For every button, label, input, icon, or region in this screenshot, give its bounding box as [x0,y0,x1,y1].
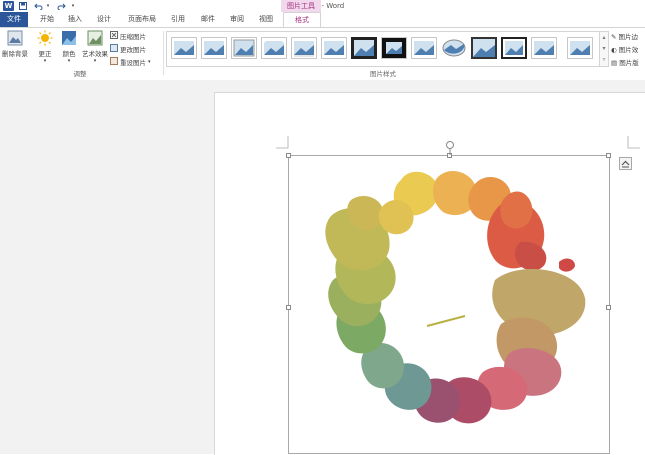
resize-handle-top-right[interactable] [606,153,611,158]
layout-options-icon [621,160,630,168]
layout-options-button[interactable] [619,157,632,170]
resize-handle-right[interactable] [606,305,611,310]
leaf-wreath-image [325,170,586,424]
resize-handle-left[interactable] [286,305,291,310]
selected-picture[interactable] [286,153,611,454]
resize-handle-top-left[interactable] [286,153,291,158]
rotate-handle-icon[interactable] [443,140,457,156]
